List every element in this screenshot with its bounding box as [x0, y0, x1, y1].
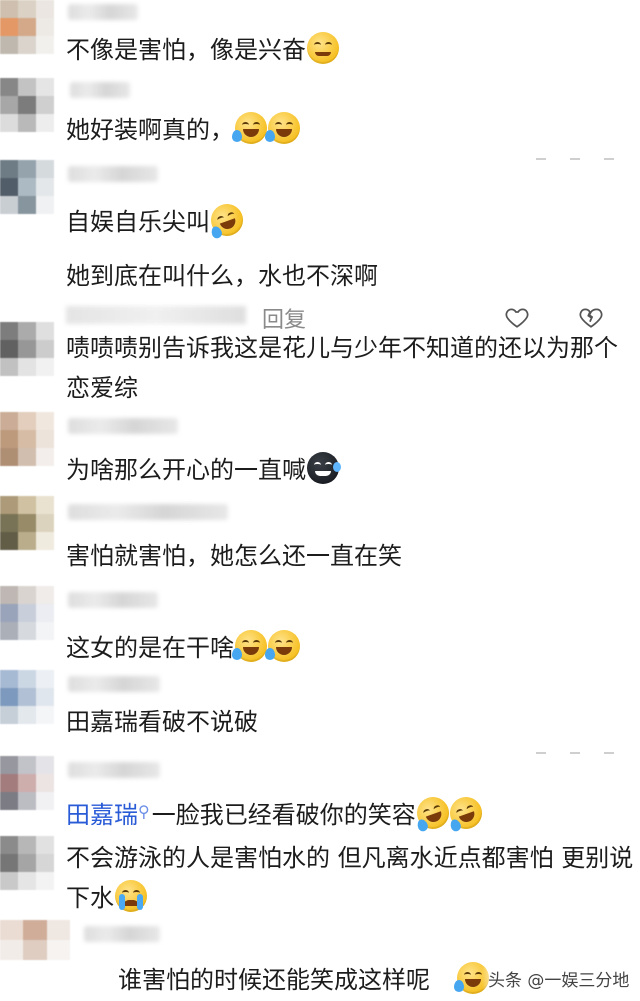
comment-item: 她到底在叫什么，水也不深啊 — [66, 256, 378, 296]
rolling-laugh-face-icon — [412, 792, 454, 834]
username[interactable] — [68, 418, 178, 434]
comment-text: 田嘉瑞看破不说破 — [66, 708, 258, 736]
rolling-laugh-face-icon — [445, 792, 487, 834]
tears-of-joy-face-icon — [265, 630, 300, 662]
comment-text: 不会游泳的人是害怕水的 但凡离水近点都害怕 更别说下水 — [66, 844, 634, 912]
avatar[interactable] — [0, 836, 54, 890]
search-icon: ⚲ — [138, 802, 150, 821]
sweat-dark-face-icon — [307, 452, 341, 484]
comment-item: 不像是害怕，像是兴奋 — [66, 30, 339, 70]
comment-text: 啧啧啧别告诉我这是花儿与少年不知道的还以为那个恋爱综 — [66, 334, 618, 402]
comment-text: 这女的是在干啥 — [66, 634, 234, 662]
username[interactable] — [68, 4, 138, 20]
tears-of-joy-face-icon — [265, 112, 300, 144]
tears-of-joy-face-icon — [232, 112, 267, 144]
rolling-laugh-face-icon — [206, 199, 248, 241]
avatar[interactable] — [0, 78, 54, 132]
username[interactable] — [68, 762, 160, 778]
avatar[interactable] — [0, 670, 54, 724]
avatar[interactable] — [0, 756, 54, 810]
avatar[interactable] — [0, 160, 54, 214]
comment-item: 自娱自乐尖叫 — [66, 199, 248, 242]
caption-text: 谁害怕的时候还能笑成这样呢 — [118, 966, 430, 994]
avatar[interactable] — [0, 920, 70, 960]
username[interactable] — [68, 166, 158, 182]
username[interactable] — [68, 676, 160, 692]
comment-item: 不会游泳的人是害怕水的 但凡离水近点都害怕 更别说下水 — [66, 838, 636, 918]
crying-face-icon — [115, 880, 147, 912]
comment-text: 一脸我已经看破你的笑容 — [151, 801, 416, 829]
heart-outline-icon[interactable] — [504, 304, 530, 330]
comment-text: 为啥那么开心的一直喊 — [66, 456, 306, 484]
mention-link[interactable]: 田嘉瑞 — [66, 801, 138, 829]
comment-meta — [536, 158, 614, 160]
comment-item: 啧啧啧别告诉我这是花儿与少年不知道的还以为那个恋爱综 — [66, 328, 636, 408]
comment-text: 她到底在叫什么，水也不深啊 — [66, 262, 378, 290]
comment-item: 田嘉瑞⚲一脸我已经看破你的笑容 — [66, 792, 487, 835]
timestamp — [66, 306, 246, 324]
comment-text: 害怕就害怕，她怎么还一直在笑 — [66, 542, 402, 570]
username[interactable] — [84, 926, 160, 942]
broken-heart-icon[interactable] — [578, 304, 604, 330]
comment-item: 这女的是在干啥 — [66, 628, 300, 668]
username[interactable] — [68, 504, 228, 520]
avatar[interactable] — [0, 412, 54, 466]
comment-item: 她好装啊真的， — [66, 110, 300, 150]
comment-text: 她好装啊真的， — [66, 116, 234, 144]
comment-text: 不像是害怕，像是兴奋 — [66, 36, 306, 64]
username[interactable] — [70, 82, 130, 98]
avatar[interactable] — [0, 586, 54, 640]
watermark-brand: 头条 @一娱三分地 — [482, 958, 630, 998]
caption-bar: 谁害怕的时候还能笑成这样呢 头条 @一娱三分地 — [0, 958, 640, 1001]
avatar[interactable] — [0, 496, 54, 550]
comment-meta — [536, 752, 614, 754]
comment-item: 害怕就害怕，她怎么还一直在笑 — [66, 536, 402, 576]
smirk-face-icon — [307, 32, 339, 64]
avatar[interactable] — [0, 322, 54, 376]
comment-text: 自娱自乐尖叫 — [66, 208, 210, 236]
username[interactable] — [68, 592, 158, 608]
comment-feed: 不像是害怕，像是兴奋 她好装啊真的， 自娱自乐尖叫 她到底在叫什么，水也不深啊 … — [0, 0, 640, 1001]
avatar[interactable] — [0, 0, 54, 54]
tears-of-joy-face-icon — [232, 630, 267, 662]
comment-item: 为啥那么开心的一直喊 — [66, 450, 341, 490]
comment-item: 田嘉瑞看破不说破 — [66, 702, 258, 742]
